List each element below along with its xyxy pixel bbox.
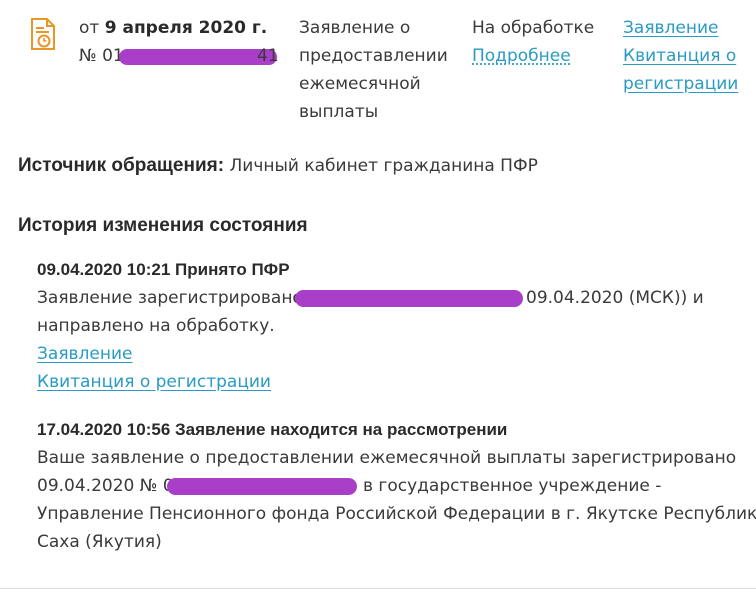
- history-entry: 17.04.2020 10:56 Заявление находится на …: [37, 416, 756, 556]
- status-text: На обработке: [472, 18, 595, 38]
- details-link[interactable]: Подробнее: [472, 46, 571, 66]
- request-links-column: Заявление Квитанция о регистрации: [623, 14, 753, 98]
- request-title-line: предоставлении: [299, 46, 448, 66]
- request-title-line: ежемесячной: [299, 74, 421, 94]
- redaction-mark: [167, 478, 357, 495]
- redaction-mark: [119, 49, 277, 65]
- redaction-mark: [295, 290, 523, 307]
- entry-text: Управление Пенсионного фонда Российской …: [37, 504, 756, 524]
- request-status-column: На обработке Подробнее: [472, 14, 612, 70]
- application-link[interactable]: Заявление: [37, 344, 133, 364]
- entry-text: 09.04.2020 (МСК)) и: [526, 288, 704, 308]
- request-date: 9 апреля 2020 г.: [104, 18, 268, 38]
- receipt-link[interactable]: регистрации: [623, 74, 738, 94]
- source-value: Личный кабинет гражданина ПФР: [229, 156, 538, 176]
- receipt-link[interactable]: Квитанция о: [623, 46, 736, 66]
- request-title: Заявление о предоставлении ежемесячной в…: [299, 14, 459, 126]
- entry-text: направлено на обработку.: [37, 316, 275, 336]
- history-entry-header: 09.04.2020 10:21 Принято ПФР: [37, 260, 290, 279]
- receipt-link[interactable]: Квитанция о регистрации: [37, 372, 271, 392]
- history-entry-line: 09.04.2020 № 0 в государственное учрежде…: [37, 472, 737, 500]
- date-prefix: от: [79, 18, 100, 38]
- history-entry-header: 17.04.2020 10:56 Заявление находится на …: [37, 420, 508, 439]
- history-entry-line: Заявление зарегистрировано ( 09.04.2020 …: [37, 284, 737, 312]
- entry-text: 09.04.2020 № 0: [37, 476, 174, 496]
- source-label: Источник обращения:: [18, 155, 225, 176]
- request-title-line: выплаты: [299, 102, 379, 122]
- document-clock-icon: [30, 18, 56, 50]
- history-entry: 09.04.2020 10:21 Принято ПФР Заявление з…: [37, 256, 737, 396]
- request-number-prefix: № 01: [79, 46, 124, 66]
- entry-text: Ваше заявление о предоставлении ежемесяч…: [37, 448, 737, 468]
- divider: [0, 588, 756, 589]
- request-number: № 01 41: [79, 42, 294, 70]
- entry-text: Саха (Якутия): [37, 532, 162, 552]
- request-number-suffix: 41: [257, 46, 279, 66]
- request-row: от 9 апреля 2020 г. № 01 41 Заявление о …: [0, 0, 756, 140]
- application-link[interactable]: Заявление: [623, 18, 719, 38]
- request-source: Источник обращения: Личный кабинет гражд…: [18, 152, 538, 180]
- request-date-column: от 9 апреля 2020 г. № 01 41: [79, 14, 294, 70]
- request-title-line: Заявление о: [299, 18, 411, 38]
- history-title: История изменения состояния: [18, 215, 308, 236]
- entry-text: в государственное учреждение -: [363, 476, 662, 496]
- entry-text: Заявление зарегистрировано (: [37, 288, 315, 308]
